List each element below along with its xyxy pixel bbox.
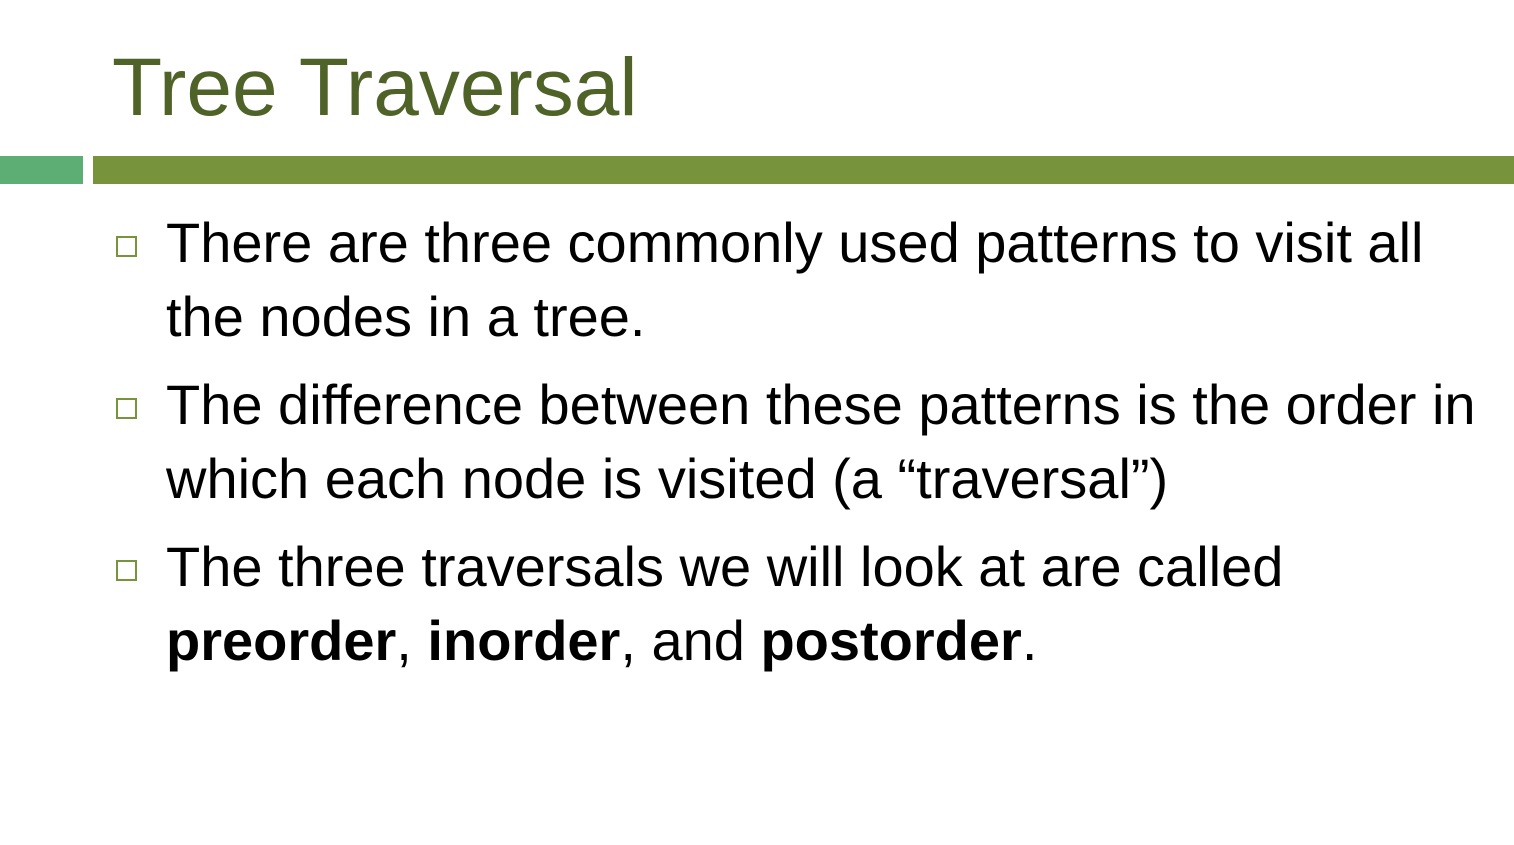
slide: Tree Traversal There are three commonly … bbox=[0, 0, 1514, 845]
term-preorder: preorder bbox=[166, 609, 397, 672]
separator-text: , bbox=[396, 609, 428, 672]
bullet-item: There are three commonly used patterns t… bbox=[112, 206, 1482, 354]
bullet-text: The three traversals we will look at are… bbox=[166, 535, 1283, 672]
separator-text: , and bbox=[620, 609, 761, 672]
hollow-square-icon bbox=[116, 560, 137, 581]
bullet-item: The three traversals we will look at are… bbox=[112, 530, 1482, 678]
bullet-text: The difference between these patterns is… bbox=[166, 373, 1476, 510]
accent-bar-main bbox=[93, 156, 1514, 184]
slide-title: Tree Traversal bbox=[112, 42, 638, 133]
bullet-item: The difference between these patterns is… bbox=[112, 368, 1482, 516]
hollow-square-icon bbox=[116, 236, 137, 257]
accent-bar-left bbox=[0, 156, 83, 184]
bullet-list: There are three commonly used patterns t… bbox=[112, 206, 1482, 692]
term-inorder: inorder bbox=[427, 609, 621, 672]
bullet-lead-text: The three traversals we will look at are… bbox=[166, 535, 1284, 598]
term-postorder: postorder bbox=[760, 609, 1022, 672]
bullet-text: There are three commonly used patterns t… bbox=[166, 211, 1424, 348]
end-punctuation: . bbox=[1021, 609, 1038, 672]
hollow-square-icon bbox=[116, 398, 137, 419]
